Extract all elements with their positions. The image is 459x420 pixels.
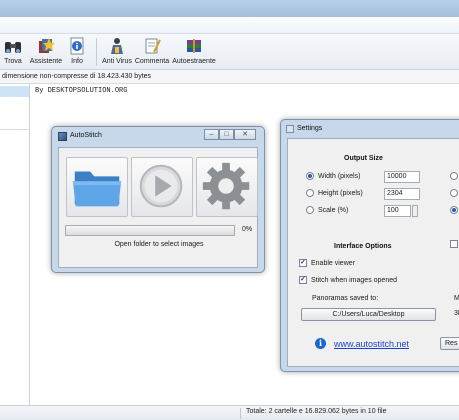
scale-radio[interactable] <box>306 206 314 214</box>
open-folder-button[interactable] <box>66 157 128 217</box>
toolbar-find-button[interactable]: Trova <box>2 36 24 68</box>
autostitch-window: AutoStitch – □ ✕ 0% Open folder to selec… <box>51 126 265 273</box>
play-icon <box>139 164 183 208</box>
window-title-strip <box>0 0 459 17</box>
minimize-button[interactable]: – <box>204 129 219 140</box>
settings-client-area: Output Size Width (pixels) 10000 Height … <box>287 138 459 367</box>
folder-tree-divider <box>0 129 29 130</box>
toolbar-comment-label: Commenta <box>134 58 170 65</box>
right-column-checkbox[interactable] <box>450 240 458 248</box>
width-radio[interactable] <box>306 172 314 180</box>
scale-input[interactable]: 100 <box>384 205 411 217</box>
stitch-play-button[interactable] <box>131 157 193 217</box>
autostitch-client-area: 0% Open folder to select images <box>58 147 258 268</box>
right-column-radio[interactable] <box>450 206 458 214</box>
toolbar: Trova Assistente Info Anti Virus Comment… <box>0 34 459 70</box>
width-label: Width (pixels) <box>318 173 361 180</box>
autostitch-window-title: AutoStitch <box>70 132 102 139</box>
toolbar-wizard-button[interactable]: Assistente <box>28 36 64 68</box>
folder-icon <box>72 171 122 207</box>
status-bar-separator <box>240 408 241 419</box>
stitch-when-opened-label: Stitch when images opened <box>311 277 397 284</box>
enable-viewer-label: Enable viewer <box>311 260 355 267</box>
right-column-radio[interactable] <box>450 172 458 180</box>
toolbar-sfx-button[interactable]: Autoestraente <box>172 36 216 68</box>
width-input[interactable]: 10000 <box>384 171 420 183</box>
toolbar-comment-button[interactable]: Commenta <box>134 36 170 68</box>
gear-icon <box>202 162 250 210</box>
panoramas-saved-to-label: Panoramas saved to: <box>312 295 379 302</box>
scale-label: Scale (%) <box>318 207 349 214</box>
settings-window-title: Settings <box>297 125 323 132</box>
settings-gear-button[interactable] <box>196 157 258 217</box>
autostitch-website-link[interactable]: www.autostitch.net <box>334 339 409 349</box>
cut-off-label: M <box>454 295 459 302</box>
info-icon: i <box>315 338 326 349</box>
stitch-progress-bar <box>65 225 235 236</box>
archive-comment-text: By DESKTOPSOLUTION.ORG <box>35 87 128 95</box>
enable-viewer-checkbox[interactable]: ✓ <box>299 259 307 267</box>
autostitch-app-icon <box>58 132 67 141</box>
stitch-progress-percent: 0% <box>242 226 253 233</box>
settings-app-icon <box>286 125 294 133</box>
close-button[interactable]: ✕ <box>234 129 256 140</box>
info-icon <box>70 37 84 55</box>
toolbar-antivirus-label: Anti Virus <box>102 58 132 65</box>
scale-spinner[interactable] <box>412 205 418 217</box>
height-radio[interactable] <box>306 189 314 197</box>
autostitch-status-message: Open folder to select images <box>114 241 204 248</box>
toolbar-sfx-label: Autoestraente <box>172 58 216 65</box>
toolbar-info-label: Info <box>71 58 83 65</box>
antivirus-icon <box>111 38 123 54</box>
interface-options-heading: Interface Options <box>334 243 392 250</box>
reset-button[interactable]: Res <box>440 337 459 350</box>
right-column-radio[interactable] <box>450 189 458 197</box>
settings-window: Settings Output Size Width (pixels) 1000… <box>280 119 459 372</box>
toolbar-antivirus-button[interactable]: Anti Virus <box>102 36 132 68</box>
height-label: Height (pixels) <box>318 190 363 197</box>
cut-off-label: 3F <box>454 310 459 317</box>
toolbar-find-label: Trova <box>4 58 22 65</box>
status-bar: Totale: 2 cartelle e 16.829.062 bytes in… <box>0 405 459 420</box>
autostitch-window-controls: – □ ✕ <box>204 129 256 140</box>
menu-bar <box>0 17 459 34</box>
output-size-heading: Output Size <box>344 155 383 162</box>
archive-info-bar: dimensione non-compresse di 18.423.430 b… <box>0 70 459 84</box>
toolbar-separator <box>96 38 97 66</box>
folder-tree-selected-item[interactable] <box>0 86 29 97</box>
status-bar-text: Totale: 2 cartelle e 16.829.062 bytes in… <box>246 408 387 415</box>
maximize-button[interactable]: □ <box>219 129 234 140</box>
toolbar-wizard-label: Assistente <box>29 58 63 65</box>
comment-icon <box>145 38 161 54</box>
height-input[interactable]: 2304 <box>384 188 420 200</box>
folder-tree-pane[interactable] <box>0 84 30 405</box>
wizard-icon <box>39 38 55 53</box>
toolbar-info-button[interactable]: Info <box>66 36 88 68</box>
binoculars-icon <box>5 42 21 53</box>
output-folder-button[interactable]: C:/Users/Luca/Desktop <box>301 308 436 321</box>
sfx-icon <box>187 39 201 53</box>
stitch-when-opened-checkbox[interactable]: ✓ <box>299 276 307 284</box>
